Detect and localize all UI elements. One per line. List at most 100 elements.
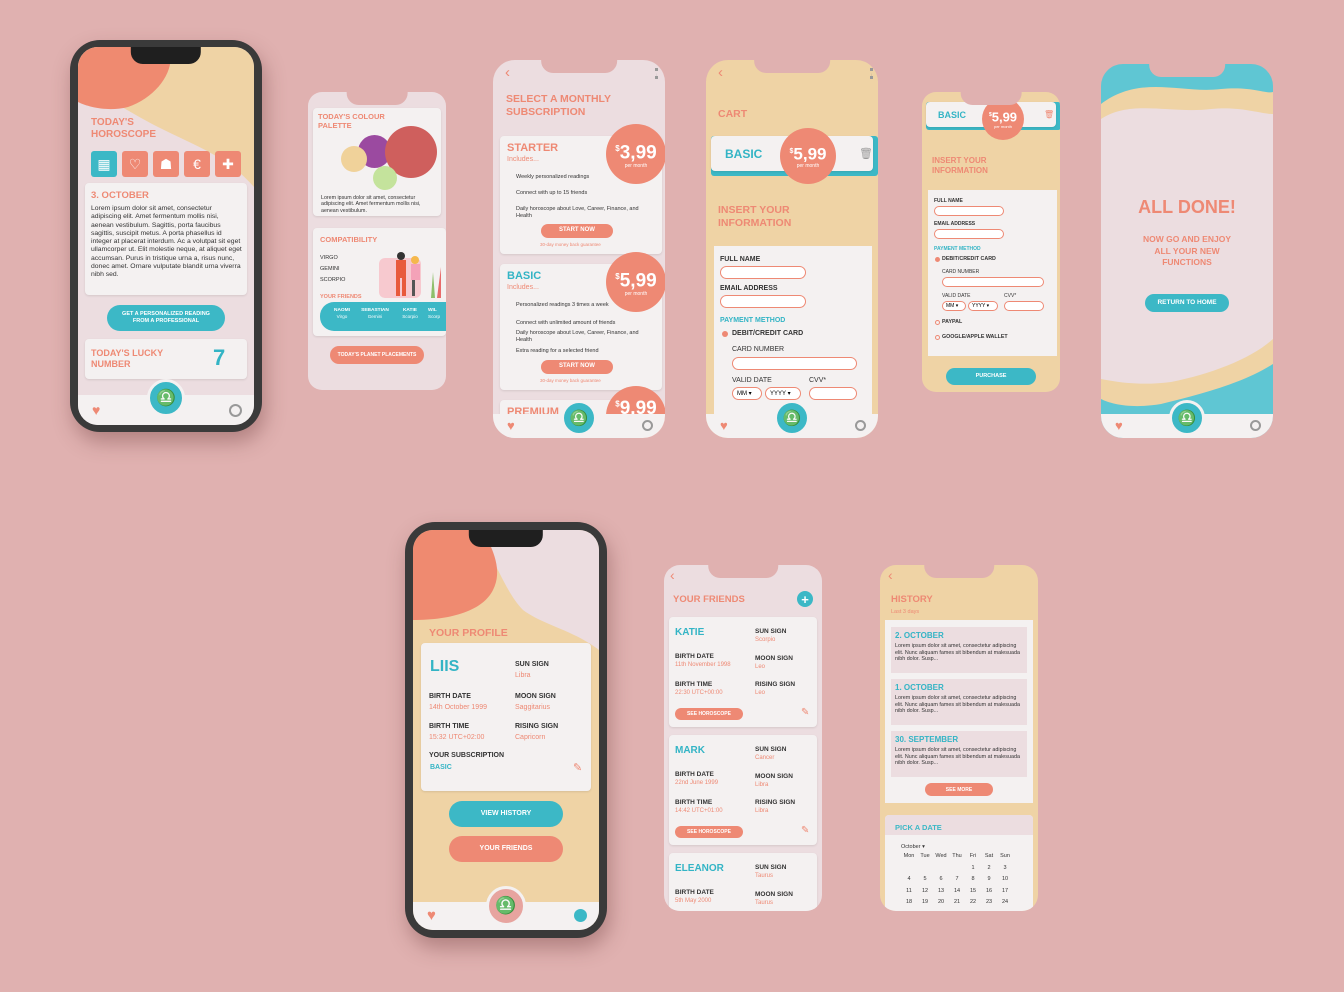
moon-sign-value: Leo [755, 664, 766, 670]
year-select[interactable]: YYYY ▾ [968, 301, 998, 311]
email-field[interactable] [720, 295, 806, 308]
history-entry[interactable]: 1. OCTOBER Lorem ipsum dolor sit amet, c… [891, 679, 1027, 725]
month-select[interactable]: MM ▾ [732, 387, 762, 400]
purchase-button[interactable]: PURCHASE [946, 368, 1036, 385]
libra-icon[interactable]: ♎ [1169, 400, 1205, 436]
calendar-day[interactable]: 16 [981, 888, 997, 894]
calendar-day[interactable]: 7 [949, 876, 965, 882]
profile-icon[interactable] [855, 420, 866, 431]
per-month: per month [993, 123, 1012, 129]
calendar-day[interactable]: 19 [917, 899, 933, 905]
back-icon[interactable]: ‹ [505, 64, 510, 81]
heart-icon[interactable]: ♥ [507, 418, 515, 433]
profile-title: YOUR PROFILE [429, 627, 508, 639]
health-icon[interactable]: ✚ [215, 151, 241, 177]
calendar-day[interactable]: 24 [997, 899, 1013, 905]
calendar-day[interactable]: 22 [965, 899, 981, 905]
more-icon[interactable] [870, 68, 873, 79]
personalized-reading-button[interactable]: GET A PERSONALIZED READING FROM A PROFES… [107, 305, 225, 331]
calendar-day[interactable]: 9 [981, 876, 997, 882]
heart-icon[interactable]: ♥ [427, 907, 436, 924]
back-icon[interactable]: ‹ [718, 64, 723, 81]
heart-icon[interactable]: ♥ [92, 402, 100, 418]
history-entry[interactable]: 2. OCTOBER Lorem ipsum dolor sit amet, c… [891, 627, 1027, 673]
calendar-day[interactable]: 5 [917, 876, 933, 882]
weekday-label: Mon [903, 853, 915, 859]
more-icon[interactable] [655, 68, 658, 79]
libra-icon[interactable]: ♎ [774, 400, 810, 436]
love-icon[interactable]: ♡ [122, 151, 148, 177]
palette-text: Lorem ipsum dolor sit amet, consectetur … [321, 195, 421, 214]
calendar-day[interactable]: 21 [949, 899, 965, 905]
calendar-day[interactable]: 6 [933, 876, 949, 882]
profile-icon[interactable] [642, 420, 653, 431]
history-title: HISTORY [891, 594, 933, 605]
calendar-day[interactable]: 8 [965, 876, 981, 882]
month-select[interactable]: October ▾ [901, 844, 925, 850]
bottom-nav: ♥ ♎ [413, 886, 599, 930]
calendar-day[interactable]: 10 [997, 876, 1013, 882]
calendar-day[interactable]: 17 [997, 888, 1013, 894]
profile-icon[interactable] [1250, 420, 1261, 431]
see-horoscope-button[interactable]: SEE HOROSCOPE [675, 708, 743, 720]
trash-icon[interactable]: 🗑 [1044, 110, 1054, 119]
profile-icon[interactable] [574, 909, 587, 922]
pencil-icon[interactable]: ✎ [573, 761, 582, 774]
radio-selected[interactable] [722, 331, 728, 337]
your-friends-button[interactable]: YOUR FRIENDS [449, 836, 563, 862]
radio-selected[interactable] [935, 257, 940, 262]
calendar-day[interactable]: 14 [949, 888, 965, 894]
profile-icon[interactable] [229, 404, 242, 417]
calendar-day[interactable]: 18 [901, 899, 917, 905]
libra-icon[interactable]: ♎ [147, 379, 185, 417]
calendar-day[interactable]: 4 [901, 876, 917, 882]
trash-icon[interactable]: 🗑 [859, 147, 873, 160]
payment-method-label: PAYMENT METHOD [934, 246, 981, 252]
calendar-day[interactable]: 2 [981, 865, 997, 871]
pencil-icon[interactable]: ✎ [801, 825, 809, 836]
friend-name: KATIE [675, 627, 705, 638]
calendar-day[interactable]: 15 [965, 888, 981, 894]
plus-icon[interactable]: + [797, 591, 813, 607]
return-home-button[interactable]: RETURN TO HOME [1145, 294, 1229, 312]
compat-sign-3: SCORPIO [320, 277, 346, 283]
radio-wallet[interactable] [935, 335, 940, 340]
calendar-day[interactable]: 23 [981, 899, 997, 905]
start-now-button[interactable]: START NOW [541, 224, 613, 238]
radio-paypal[interactable] [935, 320, 940, 325]
calendar-day[interactable]: 20 [933, 899, 949, 905]
career-icon[interactable]: ☗ [153, 151, 179, 177]
calendar-day[interactable]: 13 [933, 888, 949, 894]
weekday-label: Sun [1000, 853, 1010, 859]
see-more-button[interactable]: SEE MORE [925, 783, 993, 796]
start-now-button[interactable]: START NOW [541, 360, 613, 374]
friends-strip[interactable]: NAOMI Virgo SEBASTIAN Gemini KATIE Scorp… [320, 302, 446, 331]
heart-icon[interactable]: ♥ [720, 418, 728, 433]
card-number-field[interactable] [732, 357, 857, 370]
calendar-day[interactable]: 1 [965, 865, 981, 871]
card-number-field[interactable] [942, 277, 1044, 287]
cvv-field[interactable] [809, 387, 857, 400]
full-name-field[interactable] [720, 266, 806, 279]
calendar-icon[interactable]: ▦ [91, 151, 117, 177]
month-select[interactable]: MM ▾ [942, 301, 966, 311]
heart-icon[interactable]: ♥ [1115, 418, 1123, 433]
pencil-icon[interactable]: ✎ [801, 707, 809, 718]
cvv-label: CVV* [1004, 293, 1017, 299]
finance-icon[interactable]: € [184, 151, 210, 177]
calendar-day[interactable]: 11 [901, 888, 917, 894]
view-history-button[interactable]: VIEW HISTORY [449, 801, 563, 827]
libra-icon[interactable]: ♎ [561, 400, 597, 436]
cvv-field[interactable] [1004, 301, 1044, 311]
calendar-day[interactable]: 3 [997, 865, 1013, 871]
year-select[interactable]: YYYY ▾ [765, 387, 801, 400]
libra-icon[interactable]: ♎ [486, 886, 526, 926]
calendar-day[interactable]: 12 [917, 888, 933, 894]
see-horoscope-button[interactable]: SEE HOROSCOPE [675, 826, 743, 838]
history-entry[interactable]: 30. SEPTEMBER Lorem ipsum dolor sit amet… [891, 731, 1027, 777]
back-icon[interactable]: ‹ [888, 567, 893, 583]
full-name-field[interactable] [934, 206, 1004, 216]
back-icon[interactable]: ‹ [670, 567, 675, 583]
planet-placements-button[interactable]: TODAY'S PLANET PLACEMENTS [330, 346, 424, 364]
email-field[interactable] [934, 229, 1004, 239]
